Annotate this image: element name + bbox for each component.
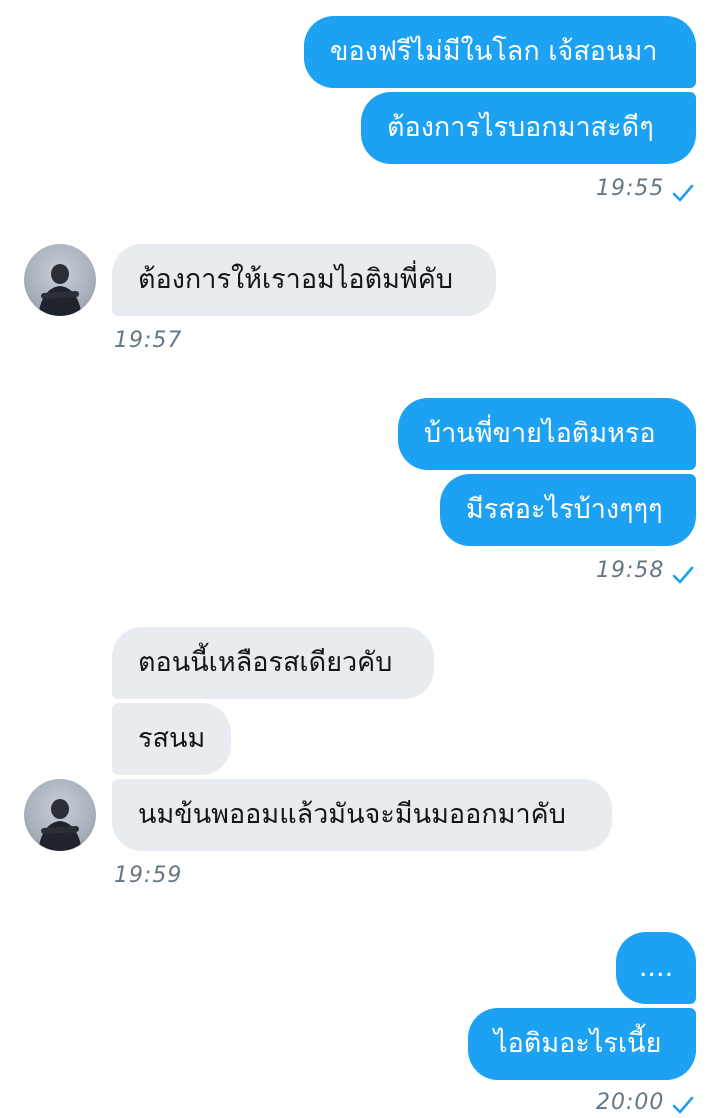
avatar-photo	[38, 264, 82, 316]
message-text: ของฟรีไม่มีในโลก เจ้สอนมา	[330, 36, 658, 67]
message-timestamp: 19:58	[596, 558, 665, 583]
message-bubble-incoming[interactable]: ต้องการให้เราอมไอติมพี่คับ	[112, 244, 496, 316]
message-text: ไอติมอะไรเนี้ย	[494, 1028, 662, 1059]
message-text: ตอนนี้เหลือรสเดียวคับ	[138, 647, 393, 678]
message-bubble-incoming[interactable]: ตอนนี้เหลือรสเดียวคับ	[112, 627, 434, 699]
check-icon	[672, 1096, 694, 1114]
avatar[interactable]	[24, 244, 96, 316]
check-icon	[672, 566, 694, 584]
message-timestamp: 19:59	[114, 863, 183, 888]
message-text: รสนม	[138, 723, 206, 754]
message-text: นมข้นพออมแล้วมันจะมีนมออกมาคับ	[138, 799, 566, 830]
message-bubble-outgoing[interactable]: มีรสอะไรบ้างๆๆๆ	[440, 474, 696, 546]
message-timestamp: 19:57	[114, 328, 183, 353]
avatar[interactable]	[24, 779, 96, 851]
message-bubble-incoming[interactable]: รสนม	[112, 703, 231, 775]
message-bubble-outgoing[interactable]: ไอติมอะไรเนี้ย	[468, 1008, 696, 1080]
message-text: ต้องการให้เราอมไอติมพี่คับ	[138, 264, 453, 295]
message-bubble-outgoing[interactable]: ต้องการไรบอกมาสะดีๆ	[361, 92, 696, 164]
message-text: มีรสอะไรบ้างๆๆๆ	[466, 494, 663, 525]
message-bubble-outgoing[interactable]: ....	[616, 932, 696, 1004]
message-bubble-incoming[interactable]: นมข้นพออมแล้วมันจะมีนมออกมาคับ	[112, 779, 612, 851]
message-bubble-outgoing[interactable]: บ้านพี่ขายไอติมหรอ	[398, 398, 696, 470]
message-text: บ้านพี่ขายไอติมหรอ	[424, 418, 656, 449]
check-icon	[672, 184, 694, 202]
message-bubble-outgoing[interactable]: ของฟรีไม่มีในโลก เจ้สอนมา	[304, 16, 696, 88]
message-timestamp: 20:00	[596, 1090, 665, 1115]
avatar-photo	[38, 799, 82, 851]
message-text: ....	[638, 952, 674, 983]
message-text: ต้องการไรบอกมาสะดีๆ	[387, 112, 654, 143]
message-timestamp: 19:55	[596, 176, 665, 201]
